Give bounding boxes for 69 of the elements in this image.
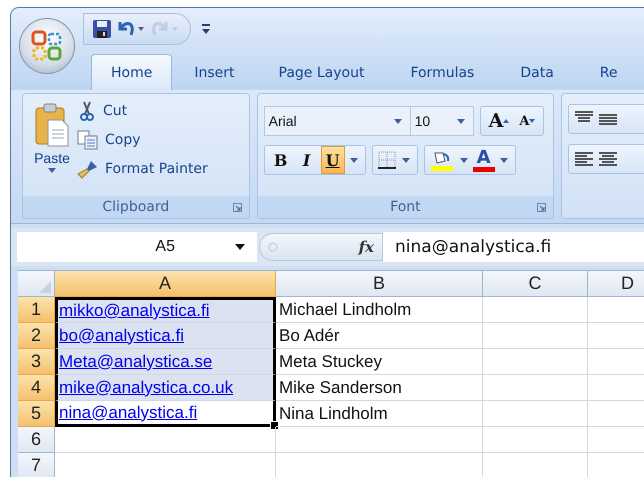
name-box[interactable]: A5 (17, 232, 257, 262)
ribbon-tab[interactable]: Insert (174, 54, 254, 90)
row-header[interactable]: 3 (18, 349, 55, 375)
dialog-launcher-icon[interactable] (232, 203, 242, 212)
caret-icon[interactable] (460, 158, 468, 162)
table-cell: Mike Sanderson (276, 375, 483, 401)
email-link[interactable]: Meta@analystica.se (59, 352, 212, 372)
center-icon[interactable] (597, 150, 620, 168)
dialog-launcher-icon[interactable] (537, 203, 546, 212)
row-header[interactable]: 1 (18, 297, 55, 323)
email-link[interactable]: mike@analystica.co.uk (59, 378, 234, 398)
email-link[interactable]: nina@analystica.fi (59, 402, 198, 422)
table-cell: Michael Lindholm (276, 297, 483, 323)
table-cell: Bo Adér (276, 323, 483, 349)
table-cell: Meta Stuckey (276, 349, 483, 375)
ribbon-tab[interactable]: Data (498, 54, 576, 90)
formula-field[interactable]: nina@analystica.fi (383, 232, 644, 262)
cut-button[interactable]: Cut (77, 98, 208, 124)
bold-button[interactable]: B (268, 146, 293, 174)
table-cell: Nina Lindholm (276, 401, 483, 427)
align-left-icon[interactable] (573, 150, 596, 168)
caret-icon[interactable] (350, 158, 358, 162)
ribbon-tab[interactable]: Home (91, 54, 172, 90)
fill-handle[interactable] (270, 421, 279, 430)
column-header[interactable]: B (276, 271, 483, 297)
font-color-button[interactable]: A (472, 148, 495, 172)
email-link[interactable]: mikko@analystica.fi (59, 301, 210, 321)
caret-icon (394, 118, 402, 124)
borders-icon[interactable] (376, 150, 397, 170)
customize-toolbar-icon[interactable] (201, 22, 211, 36)
column-header[interactable]: A (55, 271, 276, 297)
row-header[interactable]: 2 (18, 323, 55, 349)
font-size-field[interactable]: 10 (410, 106, 474, 136)
column-header[interactable]: D (588, 271, 644, 297)
caret-icon[interactable] (500, 158, 508, 162)
column-header[interactable]: C (483, 271, 588, 297)
ribbon-tab[interactable]: Formulas (388, 54, 496, 90)
ribbon-tab[interactable]: Re (578, 54, 640, 90)
group-label: Font (390, 199, 421, 215)
caret-icon (235, 244, 245, 250)
format-painter-button[interactable]: Format Painter (77, 156, 208, 182)
caret-icon (529, 119, 536, 123)
insert-function-button[interactable]: fx (358, 238, 374, 256)
save-button[interactable] (92, 19, 112, 39)
font-name-field[interactable]: Arial (264, 106, 411, 136)
italic-button[interactable]: I (294, 146, 319, 174)
shrink-font-button[interactable]: A (515, 107, 540, 135)
row-header[interactable]: 4 (18, 375, 55, 401)
underline-button[interactable]: U (320, 146, 345, 174)
caret-icon[interactable] (402, 158, 410, 162)
caret-icon (48, 168, 56, 173)
clipboard-icon (34, 102, 70, 148)
row-header[interactable]: 6 (18, 427, 55, 453)
email-link[interactable]: bo@analystica.fi (59, 326, 184, 346)
row-header[interactable]: 5 (18, 401, 55, 427)
paste-button[interactable]: Paste (31, 98, 73, 196)
triangle-icon (39, 281, 51, 293)
office-logo-icon (30, 29, 64, 63)
grow-font-button[interactable]: A (484, 107, 514, 135)
up-caret-icon (503, 119, 510, 123)
copy-button[interactable]: Copy (77, 127, 208, 153)
caret-icon (456, 118, 465, 124)
copy-icon (77, 130, 99, 150)
scissors-icon (77, 101, 97, 121)
row-header[interactable]: 7 (18, 453, 55, 477)
splitter-handle-icon[interactable] (268, 242, 278, 252)
paintbrush-icon (77, 159, 99, 179)
ribbon-tab[interactable]: Page Layout (256, 54, 386, 90)
group-label: Clipboard (102, 199, 170, 215)
